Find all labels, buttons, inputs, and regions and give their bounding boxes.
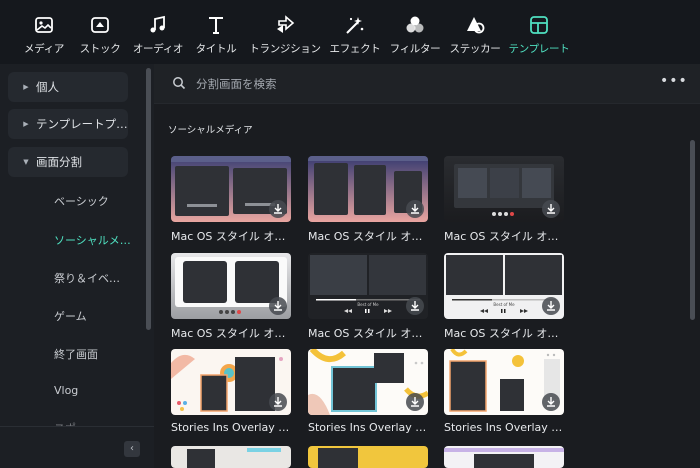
caret-down-icon: ▼	[23, 158, 29, 166]
search-bar: •••	[154, 64, 700, 104]
sidebar-subitem-festival-events[interactable]: 祭り＆イベ…	[54, 270, 120, 286]
template-thumbnail	[171, 156, 291, 222]
filter-icon	[406, 16, 424, 33]
section-title: ソーシャルメディア	[168, 125, 253, 136]
template-card[interactable]: Best of Me Mac OS スタイル オー…	[444, 253, 568, 341]
player-caption: Best of Me	[357, 302, 379, 307]
template-card[interactable]: Stories Ins Overlay …	[444, 349, 564, 434]
template-name: Mac OS スタイル オー…	[444, 327, 568, 340]
caret-right-icon: ▶	[23, 83, 29, 91]
template-card[interactable]: Stories Ins Overlay …	[171, 349, 291, 434]
template-thumbnail	[171, 253, 291, 319]
template-card[interactable]: Stories Ins Overlay …	[308, 349, 428, 434]
search-icon	[173, 77, 186, 90]
sidebar-category-template-preset[interactable]: ▶ テンプレートプ…	[8, 109, 128, 139]
sticker-icon	[467, 17, 485, 34]
template-card[interactable]: Mac OS スタイル オー…	[444, 156, 568, 244]
download-icon[interactable]	[542, 297, 560, 315]
template-thumbnail	[171, 349, 291, 415]
template-name: Stories Ins Overlay …	[171, 421, 290, 434]
template-name: Stories Ins Overlay …	[444, 421, 563, 434]
main-scrollbar[interactable]	[690, 140, 695, 320]
category-sidebar: ▶ 個人 ▶ テンプレートプ… ▼ 画面分割 ベーシック ソーシャルメ… 祭り＆…	[0, 64, 154, 468]
sidebar-category-split-screen[interactable]: ▼ 画面分割	[8, 147, 128, 177]
toolbar-tab-template[interactable]: テンプレート	[495, 14, 583, 56]
sidebar-scrollbar[interactable]	[146, 68, 151, 330]
media-icon	[35, 17, 53, 33]
template-name: Mac OS スタイル オー…	[444, 230, 568, 243]
more-options-icon[interactable]: •••	[660, 74, 687, 90]
template-name: Stories Ins Overlay …	[308, 421, 427, 434]
download-icon[interactable]	[269, 200, 287, 218]
sidebar-subitem-social-media[interactable]: ソーシャルメ…	[54, 232, 131, 248]
template-icon	[530, 16, 548, 34]
sidebar-category-personal[interactable]: ▶ 個人	[8, 72, 128, 102]
sidebar-subitem-game[interactable]: ゲーム	[54, 308, 87, 324]
player-caption: Best of Me	[493, 302, 515, 307]
download-icon[interactable]	[406, 297, 424, 315]
toolbar-tab-label: ステッカー	[449, 43, 501, 55]
download-icon[interactable]	[269, 297, 287, 315]
title-text-icon	[209, 17, 223, 34]
template-thumbnail[interactable]	[171, 446, 291, 468]
sidebar-footer: ‹	[0, 426, 154, 468]
template-thumbnail[interactable]	[444, 446, 564, 468]
sidebar-subitem-end-screen[interactable]: 終了画面	[54, 346, 98, 362]
top-toolbar: メディア ストック オーディオ タイトル トランジション エフェクト フィルター…	[0, 0, 700, 64]
template-browser: ••• ソーシャルメディア Mac OS スタイル オー…	[154, 64, 700, 468]
effects-icon	[346, 17, 364, 34]
sidebar-category-label: 個人	[36, 80, 59, 94]
toolbar-tab-label: トランジション	[249, 43, 321, 55]
chevron-left-icon[interactable]: ‹	[124, 441, 140, 457]
music-note-icon	[150, 15, 165, 33]
template-thumbnail: Best of Me	[444, 253, 564, 319]
download-icon[interactable]	[269, 393, 287, 411]
sidebar-subitem-basic[interactable]: ベーシック	[54, 193, 109, 209]
template-thumbnail	[308, 349, 428, 415]
sidebar-category-label: 画面分割	[36, 155, 82, 169]
template-name: Mac OS スタイル オー…	[171, 327, 295, 340]
template-name: Mac OS スタイル オー…	[308, 327, 432, 340]
search-input[interactable]	[196, 74, 576, 94]
download-icon[interactable]	[542, 393, 560, 411]
toolbar-tab-label: タイトル	[195, 43, 237, 55]
sidebar-subitem-vlog[interactable]: Vlog	[54, 384, 78, 397]
toolbar-tab-label: テンプレート	[508, 43, 570, 55]
template-card[interactable]: Mac OS スタイル オー…	[308, 156, 432, 244]
sidebar-category-label: テンプレートプ…	[36, 117, 128, 131]
caret-right-icon: ▶	[23, 120, 29, 128]
template-name: Mac OS スタイル オー…	[308, 230, 432, 243]
template-thumbnail	[308, 156, 428, 222]
template-thumbnail: Best of Me	[308, 253, 428, 319]
transition-icon	[277, 15, 295, 33]
download-icon[interactable]	[406, 393, 424, 411]
template-card[interactable]: Mac OS スタイル オー…	[171, 156, 295, 244]
stock-icon	[91, 17, 109, 33]
template-card[interactable]: Mac OS スタイル オー…	[171, 253, 295, 341]
download-icon[interactable]	[406, 200, 424, 218]
download-icon[interactable]	[542, 200, 560, 218]
template-thumbnail	[444, 349, 564, 415]
template-card[interactable]: Best of Me Mac OS スタイル オー…	[308, 253, 432, 341]
template-name: Mac OS スタイル オー…	[171, 230, 295, 243]
template-thumbnail[interactable]	[308, 446, 428, 468]
template-thumbnail	[444, 156, 564, 222]
